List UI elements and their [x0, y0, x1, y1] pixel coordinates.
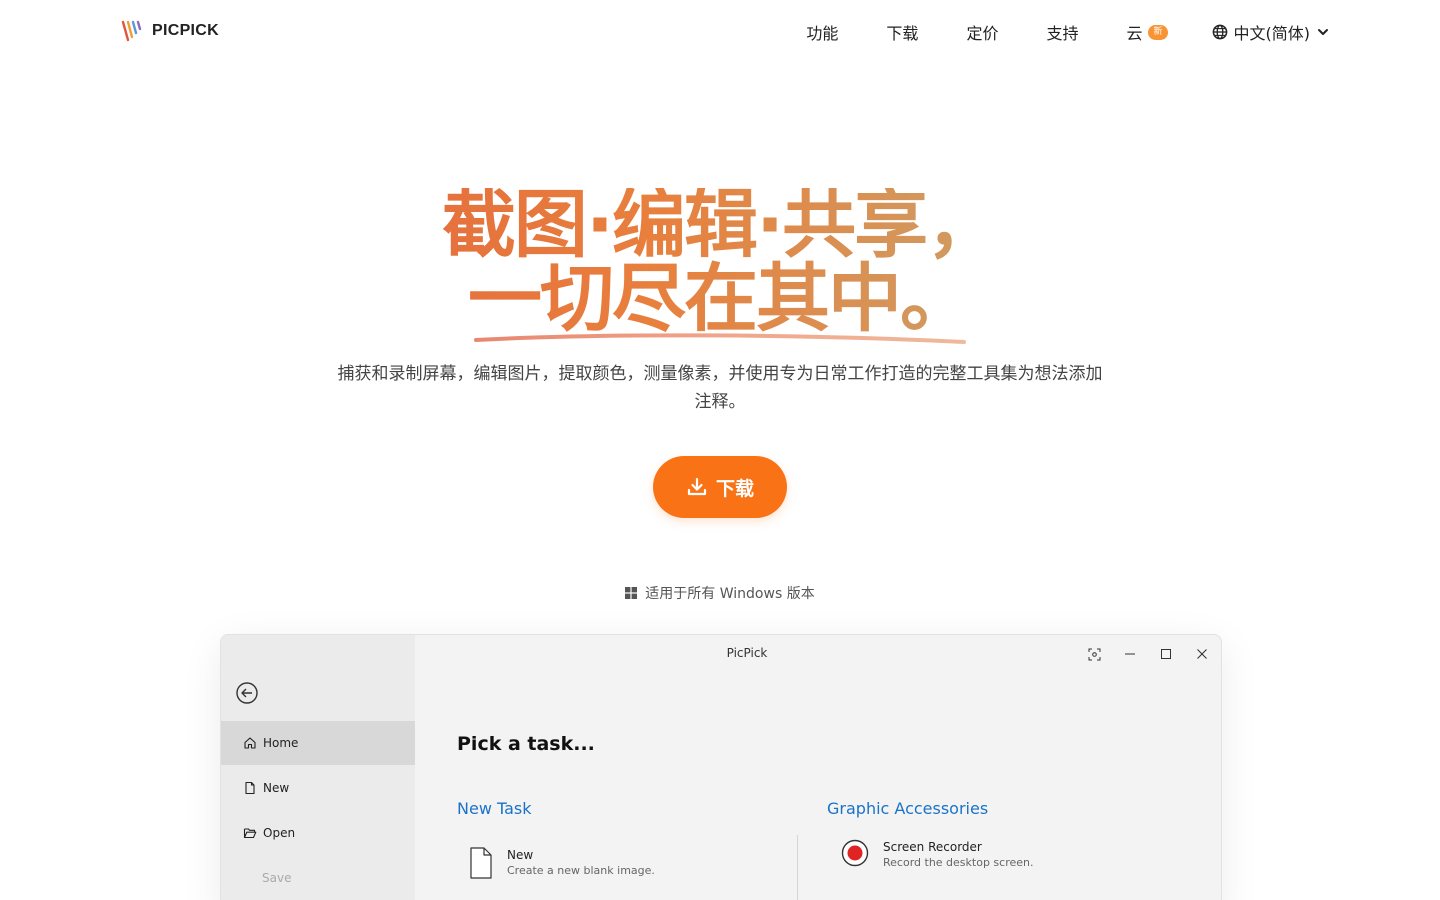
task-new[interactable]: New Create a new blank image. — [469, 847, 655, 879]
minimize-icon[interactable] — [1121, 645, 1139, 663]
nav-features[interactable]: 功能 — [806, 20, 838, 44]
globe-icon — [1212, 24, 1227, 40]
record-icon — [841, 839, 869, 867]
new-task-section-title: New Task — [457, 799, 532, 818]
sidebar-item-label: Save — [262, 871, 292, 885]
close-icon[interactable] — [1193, 645, 1211, 663]
hero-title-line2: 一切尽在其中。 — [468, 256, 972, 342]
sidebar-item-save[interactable]: Save — [221, 856, 415, 900]
blank-file-icon — [470, 847, 492, 879]
new-badge: 新 — [1148, 24, 1168, 40]
app-window-preview: Home New Open Save PicPick Pick a task..… — [220, 634, 1222, 900]
download-label: 下载 — [715, 477, 754, 500]
task-new-name: New — [507, 848, 534, 862]
hero-title: 截图·编辑·共享， 一切尽在其中。 — [0, 188, 1440, 336]
hero-underline-decoration — [474, 333, 966, 344]
picpick-logo-icon — [121, 20, 142, 42]
chevron-down-icon — [1318, 29, 1328, 35]
task-screen-recorder[interactable]: Screen Recorder Record the desktop scree… — [841, 839, 1034, 871]
nav-cloud-label: 云 — [1126, 24, 1143, 43]
download-button[interactable]: 下载 — [653, 456, 787, 518]
platform-note: 适用于所有 Windows 版本 — [0, 583, 1440, 603]
window-controls — [1085, 645, 1211, 663]
hero-title-line1: 截图·编辑·共享， — [441, 182, 999, 268]
window-title: PicPick — [726, 646, 768, 660]
sidebar-item-new[interactable]: New — [221, 766, 415, 810]
nav-cloud[interactable]: 云 新 — [1126, 20, 1168, 44]
hero-subtitle: 捕获和录制屏幕，编辑图片，提取颜色，测量像素，并使用专为日常工作打造的完整工具集… — [337, 364, 1103, 412]
sidebar-item-home[interactable]: Home — [221, 721, 415, 765]
site-header: PICPICK 功能 下载 定价 支持 云 新 中文(简体) — [0, 0, 1440, 64]
logo-text: PICPICK — [152, 22, 219, 39]
nav-support[interactable]: 支持 — [1046, 20, 1078, 44]
task-screen-recorder-desc: Record the desktop screen. — [883, 856, 1034, 869]
language-label: 中文(简体) — [1233, 24, 1311, 43]
download-icon — [687, 477, 707, 496]
main-nav: 功能 下载 定价 支持 云 新 中文(简体) — [806, 20, 1330, 44]
maximize-icon[interactable] — [1157, 645, 1175, 663]
logo[interactable]: PICPICK — [120, 19, 219, 43]
pick-task-heading: Pick a task... — [457, 733, 595, 755]
sidebar-item-label: Home — [263, 736, 299, 750]
graphic-accessories-section-title: Graphic Accessories — [827, 799, 989, 818]
nav-pricing[interactable]: 定价 — [966, 20, 998, 44]
file-icon — [245, 781, 255, 795]
home-icon — [244, 737, 256, 749]
section-divider — [797, 835, 798, 900]
sidebar-item-label: Open — [263, 826, 296, 840]
windows-icon — [625, 587, 638, 599]
back-arrow-icon[interactable] — [235, 681, 259, 705]
nav-download[interactable]: 下载 — [886, 20, 918, 44]
sidebar-item-open[interactable]: Open — [221, 811, 415, 855]
app-sidebar: Home New Open Save — [221, 635, 415, 900]
platform-note-text: 适用于所有 Windows 版本 — [645, 586, 815, 602]
folder-open-icon — [243, 828, 257, 839]
language-selector[interactable]: 中文(简体) — [1212, 20, 1331, 44]
task-screen-recorder-name: Screen Recorder — [883, 840, 982, 854]
capture-icon[interactable] — [1085, 645, 1103, 663]
sidebar-item-label: New — [263, 781, 290, 795]
task-new-desc: Create a new blank image. — [507, 864, 655, 877]
